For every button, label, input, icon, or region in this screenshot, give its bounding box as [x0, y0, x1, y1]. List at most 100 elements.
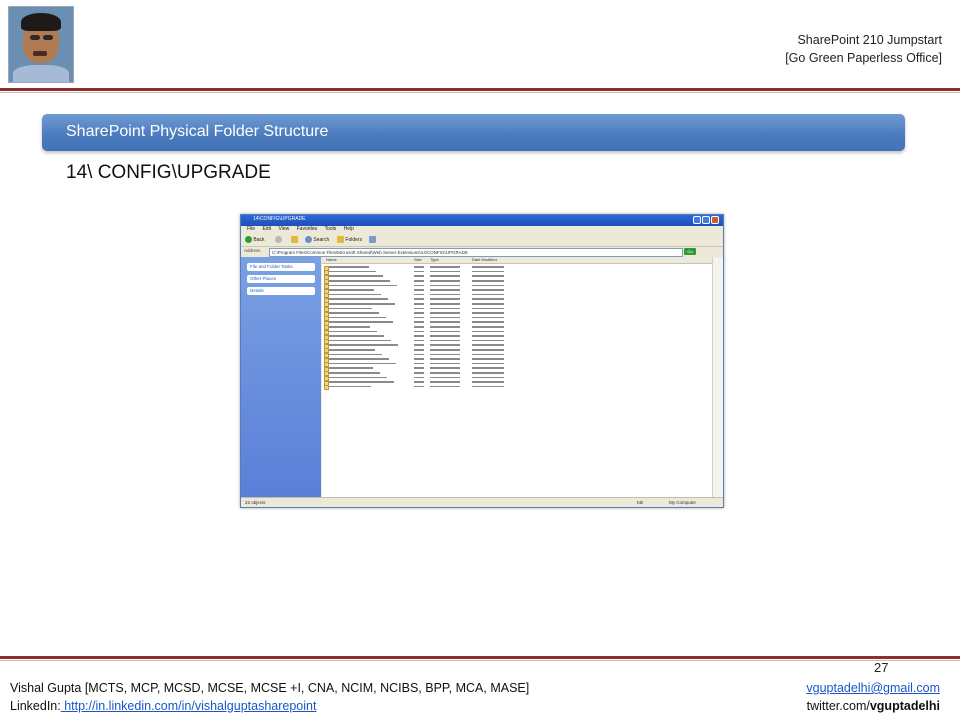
menu-favorites[interactable]: Favorites — [297, 226, 318, 232]
menu-tools[interactable]: Tools — [325, 226, 337, 232]
email-link[interactable]: vguptadelhi@gmail.com — [806, 681, 940, 695]
search-button-label: Search — [313, 236, 330, 243]
task-other-places[interactable]: Other Places — [247, 275, 315, 283]
file-row-cell — [414, 312, 424, 314]
col-type[interactable]: Type — [430, 257, 439, 262]
vertical-scrollbar[interactable] — [712, 257, 723, 497]
file-row-cell — [414, 302, 424, 305]
file-row-cell — [414, 353, 424, 356]
file-row-cell — [414, 348, 424, 351]
task-file-folder[interactable]: File and Folder Tasks — [247, 263, 315, 271]
file-row-cell — [329, 289, 374, 291]
footer-rule-thin — [0, 660, 960, 661]
linkedin-label: LinkedIn: — [10, 699, 61, 713]
forward-button[interactable] — [275, 236, 282, 244]
address-label: Address — [244, 248, 261, 253]
photo-shirt — [13, 65, 69, 82]
file-row-cell — [472, 376, 504, 379]
menu-help[interactable]: Help — [344, 226, 354, 232]
linkedin-link[interactable]: http://in.linkedin.com/in/vishalguptasha… — [61, 699, 316, 713]
twitter-handle: vguptadelhi — [869, 699, 940, 713]
menu-file[interactable]: File — [247, 226, 255, 232]
col-date[interactable]: Date Modified — [472, 257, 497, 262]
file-row-cell — [430, 339, 460, 342]
file-row-cell — [472, 385, 504, 388]
file-row-cell — [472, 371, 504, 374]
file-row-cell — [430, 348, 460, 351]
file-row-cell — [430, 270, 460, 273]
file-row-cell — [430, 385, 460, 388]
address-input[interactable]: C:\Program Files\Common Files\Microsoft … — [269, 248, 683, 257]
photo-mustache — [33, 51, 47, 56]
linkedin-line: LinkedIn: http://in.linkedin.com/in/vish… — [10, 699, 316, 713]
file-row-cell — [430, 316, 460, 319]
file-row[interactable] — [322, 385, 712, 391]
file-row-cell — [472, 348, 504, 351]
folders-icon — [337, 236, 344, 243]
file-row-cell — [430, 293, 460, 296]
slide-title: SharePoint Physical Folder Structure — [66, 123, 329, 140]
file-row-cell — [430, 353, 460, 356]
explorer-window: 14\CONFIG\UPGRADE File Edit View Favorit… — [240, 214, 724, 508]
file-row-cell — [414, 275, 424, 277]
file-row-cell — [329, 270, 376, 273]
author-credentials: Vishal Gupta [MCTS, MCP, MCSD, MCSE, MCS… — [10, 681, 530, 695]
file-row-cell — [414, 335, 424, 337]
go-button[interactable]: Go — [684, 248, 696, 255]
file-row-cell — [329, 298, 388, 300]
file-row-cell — [430, 381, 460, 383]
file-row-cell — [414, 266, 424, 268]
file-row-cell — [414, 358, 424, 360]
photo-eye-left — [30, 35, 40, 40]
file-row-cell — [329, 381, 394, 383]
file-row-cell — [329, 367, 373, 369]
search-icon — [305, 236, 312, 243]
file-row-cell — [329, 358, 389, 360]
file-row-cell — [472, 367, 504, 369]
file-row-cell — [430, 302, 460, 305]
file-row-cell — [329, 279, 390, 282]
menu-edit[interactable]: Edit — [262, 226, 271, 232]
col-name[interactable]: Name — [326, 257, 337, 262]
file-row-cell — [430, 284, 460, 287]
col-size[interactable]: Size — [414, 257, 422, 262]
file-row-cell — [329, 293, 381, 296]
explorer-menubar: File Edit View Favorites Tools Help — [241, 226, 723, 234]
file-row-cell — [414, 293, 424, 296]
task-details[interactable]: Details — [247, 287, 315, 295]
file-row-cell — [414, 307, 424, 310]
file-row-cell — [329, 348, 375, 351]
search-button[interactable]: Search — [305, 236, 329, 244]
file-row-cell — [472, 312, 504, 314]
file-row-cell — [472, 279, 504, 282]
menu-view[interactable]: View — [278, 226, 289, 232]
explorer-title: 14\CONFIG\UPGRADE — [253, 216, 306, 222]
file-row-cell — [329, 321, 393, 323]
folders-button[interactable]: Folders — [337, 236, 362, 244]
file-row-cell — [430, 325, 460, 328]
file-row-cell — [472, 330, 504, 333]
file-row-cell — [472, 293, 504, 296]
file-row-cell — [329, 344, 398, 346]
presenter-photo — [8, 6, 74, 83]
file-row-cell — [430, 371, 460, 374]
up-folder-button[interactable] — [291, 236, 298, 244]
file-row-cell — [329, 307, 372, 310]
file-row-cell — [430, 312, 460, 314]
file-row-cell — [472, 275, 504, 277]
file-row-cell — [414, 279, 424, 282]
file-row-cell — [472, 358, 504, 360]
maximize-icon[interactable] — [702, 216, 710, 224]
file-row-cell — [414, 298, 424, 300]
file-row-cell — [430, 362, 460, 365]
file-row-cell — [329, 385, 371, 388]
header-rule-thin — [0, 92, 960, 93]
file-row-cell — [414, 289, 424, 291]
views-button[interactable] — [369, 236, 376, 244]
close-icon[interactable] — [711, 216, 719, 224]
minimize-icon[interactable] — [693, 216, 701, 224]
file-row-cell — [472, 289, 504, 291]
back-button[interactable]: Back — [245, 236, 265, 244]
file-row-cell — [414, 381, 424, 383]
file-row-cell — [472, 381, 504, 383]
